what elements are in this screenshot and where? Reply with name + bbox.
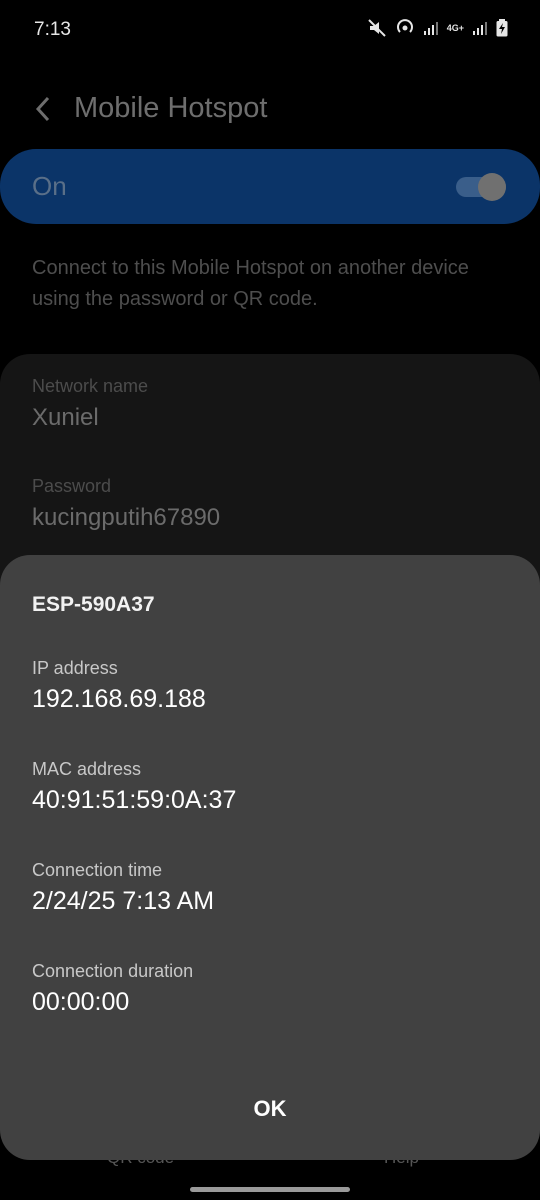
connection-time-label: Connection time — [32, 860, 163, 880]
network-type-badge: 4G+ — [446, 23, 464, 33]
dialog-title: ESP-590A37 — [32, 593, 155, 616]
status-icons: 4G+ — [367, 18, 508, 38]
status-bar: 7:13 4G+ — [0, 0, 540, 60]
network-name-value[interactable]: Xuniel — [32, 404, 99, 432]
password-value[interactable]: kucingputih67890 — [32, 504, 220, 532]
page-title: Mobile Hotspot — [74, 92, 268, 124]
signal-icon-2 — [472, 20, 488, 36]
battery-icon — [496, 19, 508, 37]
home-indicator[interactable] — [190, 1187, 350, 1192]
mac-address-value: 40:91:51:59:0A:37 — [32, 786, 237, 814]
password-label: Password — [32, 476, 112, 496]
master-switch-bar[interactable]: On — [0, 149, 540, 224]
connection-time-value: 2/24/25 7:13 AM — [32, 887, 215, 915]
toggle-switch[interactable] — [456, 173, 506, 201]
hotspot-description: Connect to this Mobile Hotspot on anothe… — [32, 257, 469, 310]
back-arrow-icon[interactable] — [30, 92, 58, 126]
mute-icon — [367, 18, 387, 38]
hotspot-icon — [395, 18, 415, 38]
master-switch-label: On — [32, 171, 67, 201]
toggle-thumb — [478, 173, 506, 201]
signal-icon — [423, 20, 439, 36]
connection-duration-label: Connection duration — [32, 961, 194, 981]
status-time: 7:13 — [34, 19, 71, 40]
ip-address-label: IP address — [32, 658, 118, 678]
ip-address-value: 192.168.69.188 — [32, 685, 206, 713]
device-details-dialog: ESP-590A37 IP address 192.168.69.188 MAC… — [0, 555, 540, 1160]
mac-address-label: MAC address — [32, 759, 142, 779]
ok-button[interactable]: OK — [200, 1085, 340, 1133]
connection-duration-value: 00:00:00 — [32, 988, 130, 1016]
app-bar: Mobile Hotspot — [0, 80, 540, 140]
network-name-label: Network name — [32, 376, 149, 396]
